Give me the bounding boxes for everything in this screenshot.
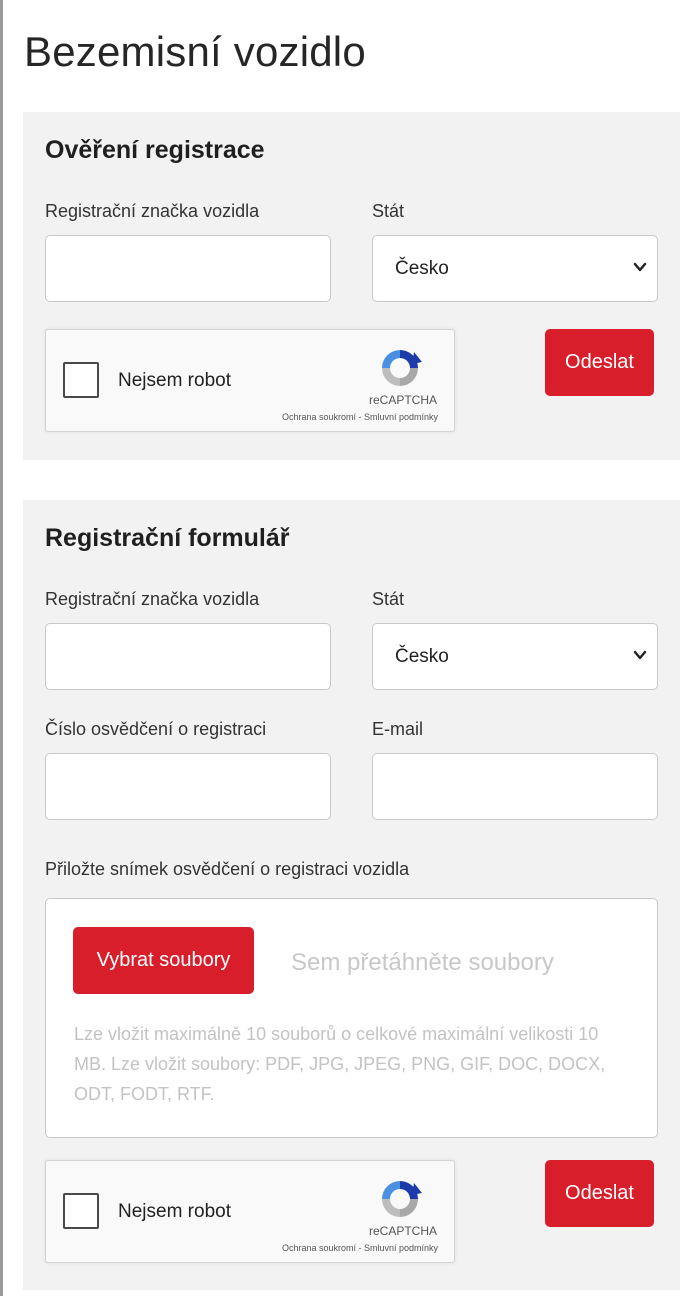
recaptcha-label: Nejsem robot <box>118 370 231 391</box>
page-title: Bezemisní vozidlo <box>24 28 366 75</box>
recaptcha-privacy-links[interactable]: Ochrana soukromí - Smluvní podmínky <box>282 1243 438 1253</box>
register-state-select[interactable]: Česko <box>372 623 658 690</box>
register-submit-button[interactable]: Odeslat <box>545 1160 654 1227</box>
chevron-down-icon <box>633 262 647 272</box>
verify-plate-label: Registrační značka vozidla <box>45 201 260 221</box>
choose-files-button[interactable]: Vybrat soubory <box>73 927 254 994</box>
recaptcha-label: Nejsem robot <box>118 1201 231 1222</box>
verify-state-label: Stát <box>372 201 405 221</box>
recaptcha-privacy-links[interactable]: Ochrana soukromí - Smluvní podmínky <box>282 412 438 422</box>
recaptcha-brand: reCAPTCHA <box>368 393 437 407</box>
verification-panel: Ověření registrace Registrační značka vo… <box>23 112 680 460</box>
registration-heading: Registrační formulář <box>45 524 290 552</box>
verification-heading: Ověření registrace <box>45 136 265 164</box>
attach-label: Přiložte snímek osvědčení o registraci v… <box>45 859 410 879</box>
verify-state-select[interactable]: Česko <box>372 235 658 302</box>
email-label: E-mail <box>372 719 424 739</box>
recaptcha-checkbox[interactable] <box>63 362 99 398</box>
certificate-label: Číslo osvědčení o registraci <box>45 719 267 739</box>
verify-state-value: Česko <box>395 258 449 279</box>
verify-submit-button[interactable]: Odeslat <box>545 329 654 396</box>
certificate-number-input[interactable] <box>45 753 331 820</box>
recaptcha-brand: reCAPTCHA <box>368 1224 437 1238</box>
recaptcha-widget: Nejsem robot reCAPTCHA Ochrana soukromí … <box>45 1160 455 1263</box>
left-border <box>0 0 3 1296</box>
drop-hint: Sem přetáhněte soubory <box>291 949 554 976</box>
upload-info: Lze vložit maximálně 10 souborů o celkov… <box>74 1024 606 1104</box>
email-input[interactable] <box>372 753 658 820</box>
register-state-label: Stát <box>372 589 405 609</box>
recaptcha-logo-icon <box>382 1181 422 1217</box>
recaptcha-logo-icon <box>382 350 422 386</box>
recaptcha-widget: Nejsem robot reCAPTCHA Ochrana soukromí … <box>45 329 455 432</box>
verify-plate-input[interactable] <box>45 235 331 302</box>
chevron-down-icon <box>633 650 647 660</box>
register-plate-input[interactable] <box>45 623 331 690</box>
register-plate-label: Registrační značka vozidla <box>45 589 260 609</box>
file-dropzone[interactable]: Vybrat soubory Sem přetáhněte soubory Lz… <box>45 898 658 1138</box>
register-state-value: Česko <box>395 646 449 667</box>
registration-panel: Registrační formulář Registrační značka … <box>23 500 680 1290</box>
recaptcha-checkbox[interactable] <box>63 1193 99 1229</box>
